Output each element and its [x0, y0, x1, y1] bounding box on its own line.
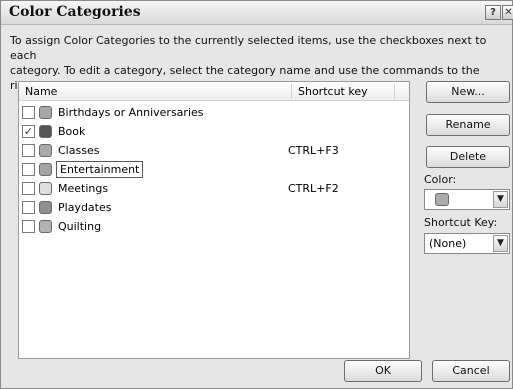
category-color-swatch: [39, 220, 52, 233]
category-name: Quilting: [58, 220, 102, 233]
category-checkbox[interactable]: [22, 144, 35, 157]
column-header-name[interactable]: Name: [25, 85, 57, 98]
new-category-button[interactable]: New...: [426, 81, 510, 103]
column-divider[interactable]: [394, 84, 395, 99]
list-header: Name Shortcut key: [19, 82, 409, 101]
color-categories-dialog: Color Categories ? ✕ To assign Color Cat…: [0, 0, 513, 389]
color-picker-dropdown[interactable]: ▼: [424, 189, 510, 210]
category-color-swatch: [39, 201, 52, 214]
category-name: Meetings: [58, 182, 109, 195]
category-shortcut: CTRL+F2: [288, 182, 339, 195]
chevron-down-icon[interactable]: ▼: [493, 191, 508, 208]
category-name: Book: [58, 125, 86, 138]
category-row-entertainment[interactable]: Entertainment: [19, 160, 409, 179]
category-color-swatch: [39, 163, 52, 176]
category-checkbox[interactable]: [22, 182, 35, 195]
category-checkbox[interactable]: ✓: [22, 125, 35, 138]
shortcut-key-dropdown[interactable]: (None) ▼: [424, 233, 510, 254]
cancel-button[interactable]: Cancel: [432, 360, 510, 382]
category-checkbox[interactable]: [22, 201, 35, 214]
shortcut-key-label: Shortcut Key:: [424, 216, 498, 229]
column-divider[interactable]: [291, 84, 292, 99]
category-row-playdates[interactable]: Playdates: [19, 198, 409, 217]
chevron-down-icon[interactable]: ▼: [493, 235, 508, 252]
shortcut-key-value: (None): [429, 237, 467, 250]
color-label: Color:: [424, 173, 457, 186]
category-list[interactable]: Name Shortcut key Birthdays or Anniversa…: [18, 81, 410, 359]
category-name: Birthdays or Anniversaries: [58, 106, 204, 119]
selected-color-swatch: [435, 193, 449, 206]
category-row-book[interactable]: ✓ Book: [19, 122, 409, 141]
category-checkbox[interactable]: [22, 106, 35, 119]
category-name: Playdates: [58, 201, 112, 214]
category-name-edit-field[interactable]: Entertainment: [56, 161, 144, 178]
column-header-shortcut-key[interactable]: Shortcut key: [298, 85, 368, 98]
category-row-birthdays[interactable]: Birthdays or Anniversaries: [19, 103, 409, 122]
category-color-swatch: [39, 125, 52, 138]
category-checkbox[interactable]: [22, 220, 35, 233]
dialog-title: Color Categories: [9, 4, 141, 20]
category-checkbox[interactable]: [22, 163, 35, 176]
close-icon[interactable]: ✕: [502, 5, 513, 20]
category-shortcut: CTRL+F3: [288, 144, 339, 157]
instructions-line-1: To assign Color Categories to the curren…: [10, 34, 487, 62]
category-name: Classes: [58, 144, 100, 157]
category-row-classes[interactable]: Classes CTRL+F3: [19, 141, 409, 160]
category-row-meetings[interactable]: Meetings CTRL+F2: [19, 179, 409, 198]
title-bar: Color Categories ? ✕: [1, 1, 513, 25]
rename-button[interactable]: Rename: [426, 114, 510, 136]
category-color-swatch: [39, 144, 52, 157]
help-icon[interactable]: ?: [485, 5, 501, 20]
category-row-quilting[interactable]: Quilting: [19, 217, 409, 236]
delete-button[interactable]: Delete: [426, 146, 510, 168]
category-color-swatch: [39, 182, 52, 195]
ok-button[interactable]: OK: [344, 360, 422, 382]
category-color-swatch: [39, 106, 52, 119]
